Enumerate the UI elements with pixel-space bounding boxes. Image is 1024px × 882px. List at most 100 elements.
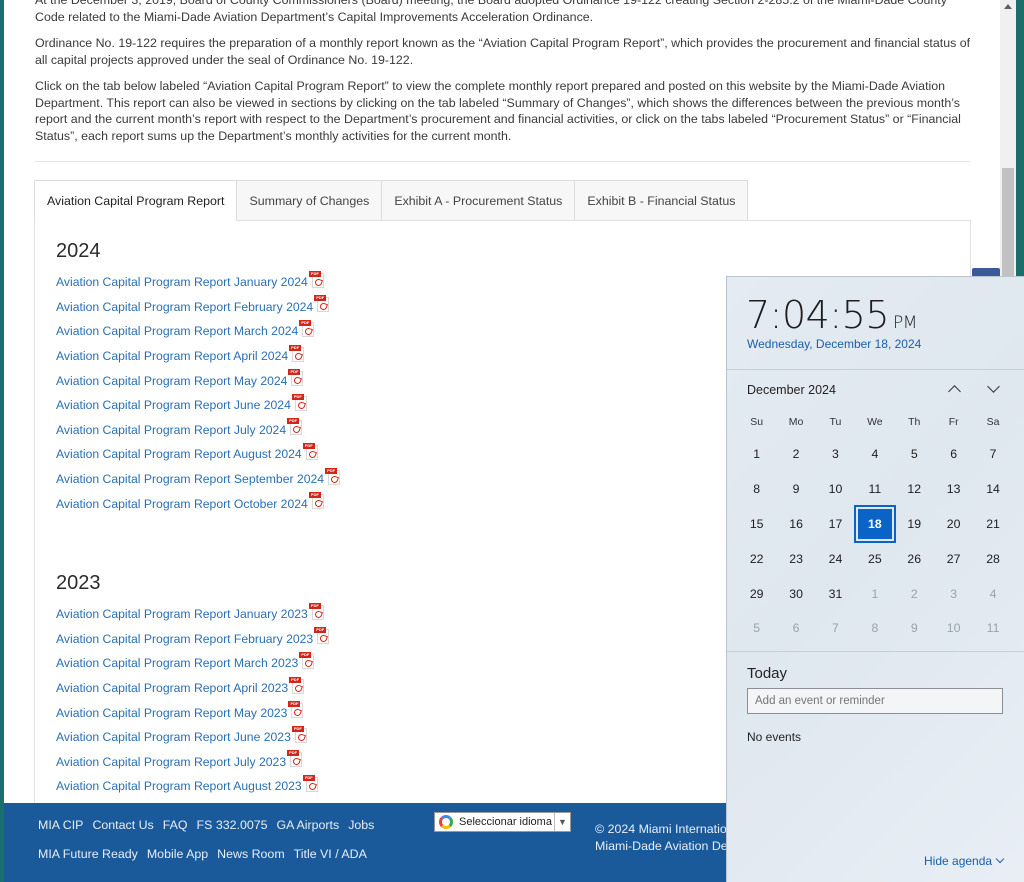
pdf-icon[interactable]: PDF	[325, 467, 341, 485]
calendar-day[interactable]: 24	[816, 541, 855, 576]
pdf-icon[interactable]: PDF	[291, 725, 308, 743]
calendar-day[interactable]: 6	[934, 437, 973, 472]
footer-link[interactable]: MIA CIP	[38, 818, 83, 832]
report-link[interactable]: Aviation Capital Program Report February…	[56, 627, 330, 652]
tab-financial-status[interactable]: Exhibit B - Financial Status	[575, 180, 749, 221]
footer-link[interactable]: FAQ	[163, 818, 188, 832]
calendar-day[interactable]: 10	[934, 611, 973, 646]
calendar-day[interactable]: 26	[895, 541, 934, 576]
hide-agenda-button[interactable]: Hide agenda	[924, 854, 1005, 868]
calendar-day[interactable]: 30	[776, 576, 815, 611]
month-label[interactable]: December 2024	[747, 383, 836, 397]
calendar-day[interactable]: 7	[973, 437, 1012, 472]
calendar-day[interactable]: 5	[737, 611, 776, 646]
calendar-day[interactable]: 3	[934, 576, 973, 611]
report-link[interactable]: Aviation Capital Program Report August 2…	[56, 774, 330, 799]
calendar-day[interactable]: 11	[973, 611, 1012, 646]
calendar-day[interactable]: 15	[737, 507, 776, 542]
pdf-icon[interactable]: PDF	[287, 750, 303, 768]
calendar-day[interactable]: 1	[855, 576, 894, 611]
tab-procurement-status[interactable]: Exhibit A - Procurement Status	[382, 180, 576, 221]
calendar-day[interactable]: 5	[895, 437, 934, 472]
report-link[interactable]: Aviation Capital Program Report October …	[56, 491, 341, 516]
footer-link[interactable]: Jobs	[348, 818, 374, 832]
pdf-icon[interactable]: PDF	[288, 369, 304, 387]
pdf-icon[interactable]: PDF	[291, 393, 308, 411]
scroll-thumb[interactable]	[1002, 168, 1014, 288]
report-link[interactable]: Aviation Capital Program Report June 202…	[56, 725, 330, 750]
report-link[interactable]: Aviation Capital Program Report January …	[56, 602, 330, 627]
report-link[interactable]: Aviation Capital Program Report April 20…	[56, 676, 330, 701]
calendar-day[interactable]: 6	[776, 611, 815, 646]
calendar-day[interactable]: 2	[895, 576, 934, 611]
report-link[interactable]: Aviation Capital Program Report July 202…	[56, 418, 341, 443]
language-selector[interactable]: Seleccionar idioma ▼	[434, 812, 571, 832]
report-link[interactable]: Aviation Capital Program Report January …	[56, 270, 341, 295]
pdf-icon[interactable]: PDF	[308, 492, 325, 510]
calendar-day[interactable]: 1	[737, 437, 776, 472]
calendar-day[interactable]: 8	[737, 472, 776, 507]
calendar-day[interactable]: 25	[855, 541, 894, 576]
pdf-icon[interactable]: PDF	[302, 774, 319, 792]
calendar-day[interactable]: 17	[816, 507, 855, 542]
add-event-input[interactable]	[747, 688, 1003, 714]
calendar-day[interactable]: 22	[737, 541, 776, 576]
report-link[interactable]: Aviation Capital Program Report July 202…	[56, 750, 330, 775]
scroll-up-arrow-icon[interactable]	[1004, 4, 1012, 9]
pdf-icon[interactable]: PDF	[314, 295, 330, 313]
calendar-day[interactable]: 9	[895, 611, 934, 646]
calendar-day[interactable]: 4	[973, 576, 1012, 611]
report-link[interactable]: Aviation Capital Program Report March 20…	[56, 319, 341, 344]
footer-link[interactable]: Title VI / ADA	[294, 847, 367, 861]
footer-link[interactable]: News Room	[217, 847, 284, 861]
footer-link[interactable]: GA Airports	[277, 818, 340, 832]
calendar-day[interactable]: 19	[895, 507, 934, 542]
calendar-day[interactable]: 13	[934, 472, 973, 507]
footer-link[interactable]: Mobile App	[147, 847, 208, 861]
pdf-icon[interactable]: PDF	[289, 676, 305, 694]
calendar-day[interactable]: 8	[855, 611, 894, 646]
footer-link[interactable]: MIA Future Ready	[38, 847, 138, 861]
long-date-link[interactable]: Wednesday, December 18, 2024	[747, 337, 921, 351]
pdf-icon[interactable]: PDF	[287, 418, 303, 436]
pdf-icon[interactable]: PDF	[288, 701, 304, 719]
calendar-day[interactable]: 11	[855, 472, 894, 507]
calendar-day[interactable]: 7	[816, 611, 855, 646]
calendar-day[interactable]: 20	[934, 507, 973, 542]
next-month-button[interactable]	[982, 379, 1004, 399]
calendar-day[interactable]: 2	[776, 437, 815, 472]
report-link[interactable]: Aviation Capital Program Report May 2023…	[56, 700, 330, 725]
pdf-icon[interactable]: PDF	[299, 319, 315, 337]
calendar-day[interactable]: 23	[776, 541, 815, 576]
calendar-day[interactable]: 10	[816, 472, 855, 507]
calendar-day[interactable]: 16	[776, 507, 815, 542]
report-link[interactable]: Aviation Capital Program Report February…	[56, 295, 341, 320]
calendar-day[interactable]: 3	[816, 437, 855, 472]
report-link[interactable]: Aviation Capital Program Report April 20…	[56, 344, 341, 369]
report-link[interactable]: Aviation Capital Program Report August 2…	[56, 442, 341, 467]
calendar-day-today[interactable]: 18	[853, 504, 896, 543]
footer-link[interactable]: Contact Us	[92, 818, 153, 832]
pdf-icon[interactable]: PDF	[299, 651, 315, 669]
pdf-icon[interactable]: PDF	[308, 602, 325, 620]
calendar-day[interactable]: 12	[895, 472, 934, 507]
tab-summary-of-changes[interactable]: Summary of Changes	[237, 180, 383, 221]
pdf-icon[interactable]: PDF	[289, 344, 305, 362]
tab-aviation-capital-program-report[interactable]: Aviation Capital Program Report	[34, 180, 238, 221]
calendar-day[interactable]: 27	[934, 541, 973, 576]
report-link[interactable]: Aviation Capital Program Report June 202…	[56, 393, 341, 418]
footer-link[interactable]: FS 332.0075	[197, 818, 268, 832]
calendar-day[interactable]: 31	[816, 576, 855, 611]
calendar-day[interactable]: 28	[973, 541, 1012, 576]
pdf-icon[interactable]: PDF	[314, 627, 330, 645]
report-link[interactable]: Aviation Capital Program Report Septembe…	[56, 467, 341, 492]
pdf-icon[interactable]: PDF	[302, 442, 319, 460]
calendar-day[interactable]: 21	[973, 507, 1012, 542]
previous-month-button[interactable]	[943, 379, 965, 399]
pdf-icon[interactable]: PDF	[308, 270, 325, 288]
calendar-day[interactable]: 4	[855, 437, 894, 472]
calendar-day[interactable]: 29	[737, 576, 776, 611]
report-link[interactable]: Aviation Capital Program Report May 2024…	[56, 368, 341, 393]
calendar-day[interactable]: 9	[776, 472, 815, 507]
report-link[interactable]: Aviation Capital Program Report March 20…	[56, 651, 330, 676]
